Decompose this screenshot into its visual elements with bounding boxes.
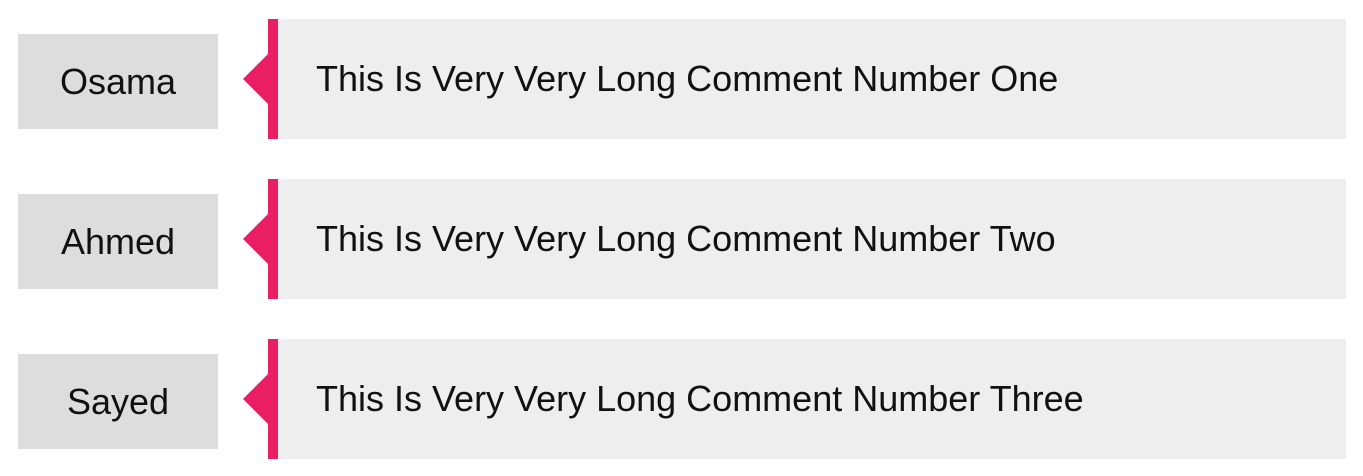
pointer-arrow-icon [243,54,268,104]
comment-author-name: Osama [59,60,177,102]
comment-author: Ahmed [18,194,218,289]
comment-item: Osama This Is Very Very Long Comment Num… [0,19,1363,139]
pointer-arrow-icon [243,214,268,264]
comment-author-name: Sayed [66,380,170,422]
comment-text: This Is Very Very Long Comment Number Tw… [316,218,1056,259]
pointer-arrow-icon [243,374,268,424]
comment-bubble: This Is Very Very Long Comment Number Tw… [243,179,1346,299]
comments-list: Osama This Is Very Very Long Comment Num… [0,0,1363,476]
comment-author: Osama [18,34,218,129]
comment-text: This Is Very Very Long Comment Number On… [316,58,1059,99]
comment-author-name: Ahmed [60,220,176,262]
comment-bubble: This Is Very Very Long Comment Number Th… [243,339,1346,459]
comment-item: Sayed This Is Very Very Long Comment Num… [0,339,1363,459]
comment-bubble: This Is Very Very Long Comment Number On… [243,19,1346,139]
comment-item: Ahmed This Is Very Very Long Comment Num… [0,179,1363,299]
comment-text: This Is Very Very Long Comment Number Th… [316,378,1084,419]
comment-author: Sayed [18,354,218,449]
